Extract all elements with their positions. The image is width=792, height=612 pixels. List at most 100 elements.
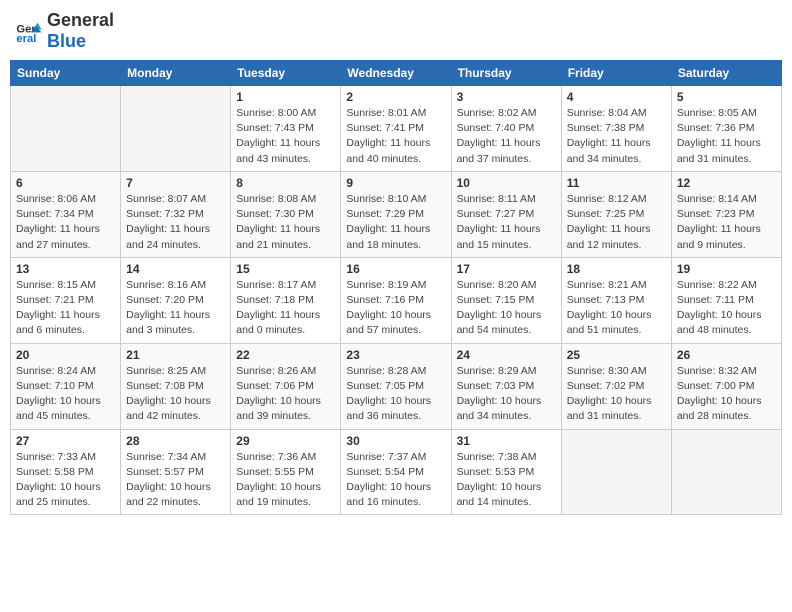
day-number: 1: [236, 90, 335, 104]
day-number: 29: [236, 434, 335, 448]
day-number: 23: [346, 348, 445, 362]
day-info: Sunrise: 8:30 AM Sunset: 7:02 PM Dayligh…: [567, 364, 666, 425]
day-info: Sunrise: 7:36 AM Sunset: 5:55 PM Dayligh…: [236, 450, 335, 511]
calendar-cell: 15 Sunrise: 8:17 AM Sunset: 7:18 PM Dayli…: [231, 257, 341, 343]
calendar-cell: 11Sunrise: 8:12 AM Sunset: 7:25 PM Dayli…: [561, 171, 671, 257]
day-info: Sunrise: 8:11 AM Sunset: 7:27 PM Dayligh…: [457, 192, 556, 253]
calendar-cell: 20Sunrise: 8:24 AM Sunset: 7:10 PM Dayli…: [11, 343, 121, 429]
day-number: 6: [16, 176, 115, 190]
calendar-cell: 1 Sunrise: 8:00 AM Sunset: 7:43 PM Daylig…: [231, 86, 341, 172]
calendar-cell: 6 Sunrise: 8:06 AM Sunset: 7:34 PM Daylig…: [11, 171, 121, 257]
calendar-week-4: 20Sunrise: 8:24 AM Sunset: 7:10 PM Dayli…: [11, 343, 782, 429]
day-number: 22: [236, 348, 335, 362]
day-number: 31: [457, 434, 556, 448]
day-info: Sunrise: 7:37 AM Sunset: 5:54 PM Dayligh…: [346, 450, 445, 511]
calendar-cell: 17 Sunrise: 8:20 AM Sunset: 7:15 PM Dayli…: [451, 257, 561, 343]
logo-icon: Gen eral: [15, 17, 43, 45]
calendar-table: SundayMondayTuesdayWednesdayThursdayFrid…: [10, 60, 782, 515]
day-info: Sunrise: 8:12 AM Sunset: 7:25 PM Dayligh…: [567, 192, 666, 253]
day-info: Sunrise: 7:33 AM Sunset: 5:58 PM Dayligh…: [16, 450, 115, 511]
calendar-week-3: 13Sunrise: 8:15 AM Sunset: 7:21 PM Dayli…: [11, 257, 782, 343]
day-info: Sunrise: 8:24 AM Sunset: 7:10 PM Dayligh…: [16, 364, 115, 425]
weekday-header-row: SundayMondayTuesdayWednesdayThursdayFrid…: [11, 61, 782, 86]
logo-text: General Blue: [47, 10, 114, 52]
calendar-body: 1 Sunrise: 8:00 AM Sunset: 7:43 PM Daylig…: [11, 86, 782, 515]
day-number: 9: [346, 176, 445, 190]
weekday-wednesday: Wednesday: [341, 61, 451, 86]
day-number: 15: [236, 262, 335, 276]
weekday-sunday: Sunday: [11, 61, 121, 86]
day-number: 26: [677, 348, 776, 362]
day-number: 10: [457, 176, 556, 190]
day-info: Sunrise: 8:19 AM Sunset: 7:16 PM Dayligh…: [346, 278, 445, 339]
day-number: 17: [457, 262, 556, 276]
calendar-cell: 31 Sunrise: 7:38 AM Sunset: 5:53 PM Dayli…: [451, 429, 561, 515]
day-info: Sunrise: 8:07 AM Sunset: 7:32 PM Dayligh…: [126, 192, 225, 253]
day-info: Sunrise: 8:21 AM Sunset: 7:13 PM Dayligh…: [567, 278, 666, 339]
weekday-tuesday: Tuesday: [231, 61, 341, 86]
day-info: Sunrise: 8:32 AM Sunset: 7:00 PM Dayligh…: [677, 364, 776, 425]
day-number: 8: [236, 176, 335, 190]
calendar-cell: 28 Sunrise: 7:34 AM Sunset: 5:57 PM Dayli…: [121, 429, 231, 515]
day-info: Sunrise: 8:26 AM Sunset: 7:06 PM Dayligh…: [236, 364, 335, 425]
calendar-week-5: 27Sunrise: 7:33 AM Sunset: 5:58 PM Dayli…: [11, 429, 782, 515]
day-number: 25: [567, 348, 666, 362]
calendar-cell: 3 Sunrise: 8:02 AM Sunset: 7:40 PM Daylig…: [451, 86, 561, 172]
day-info: Sunrise: 8:16 AM Sunset: 7:20 PM Dayligh…: [126, 278, 225, 339]
calendar-cell: 2 Sunrise: 8:01 AM Sunset: 7:41 PM Daylig…: [341, 86, 451, 172]
logo: Gen eral General Blue: [15, 10, 114, 52]
day-number: 7: [126, 176, 225, 190]
day-number: 30: [346, 434, 445, 448]
day-number: 5: [677, 90, 776, 104]
day-info: Sunrise: 8:02 AM Sunset: 7:40 PM Dayligh…: [457, 106, 556, 167]
day-number: 3: [457, 90, 556, 104]
day-info: Sunrise: 8:01 AM Sunset: 7:41 PM Dayligh…: [346, 106, 445, 167]
calendar-cell: 22 Sunrise: 8:26 AM Sunset: 7:06 PM Dayli…: [231, 343, 341, 429]
calendar-cell: 24 Sunrise: 8:29 AM Sunset: 7:03 PM Dayli…: [451, 343, 561, 429]
day-number: 24: [457, 348, 556, 362]
calendar-cell: 19 Sunrise: 8:22 AM Sunset: 7:11 PM Dayli…: [671, 257, 781, 343]
calendar-week-2: 6 Sunrise: 8:06 AM Sunset: 7:34 PM Daylig…: [11, 171, 782, 257]
day-number: 4: [567, 90, 666, 104]
day-number: 2: [346, 90, 445, 104]
weekday-monday: Monday: [121, 61, 231, 86]
calendar-cell: 7 Sunrise: 8:07 AM Sunset: 7:32 PM Daylig…: [121, 171, 231, 257]
day-info: Sunrise: 8:25 AM Sunset: 7:08 PM Dayligh…: [126, 364, 225, 425]
calendar-cell: 5 Sunrise: 8:05 AM Sunset: 7:36 PM Daylig…: [671, 86, 781, 172]
day-info: Sunrise: 8:28 AM Sunset: 7:05 PM Dayligh…: [346, 364, 445, 425]
weekday-saturday: Saturday: [671, 61, 781, 86]
day-number: 12: [677, 176, 776, 190]
day-info: Sunrise: 8:08 AM Sunset: 7:30 PM Dayligh…: [236, 192, 335, 253]
day-info: Sunrise: 8:04 AM Sunset: 7:38 PM Dayligh…: [567, 106, 666, 167]
day-info: Sunrise: 8:29 AM Sunset: 7:03 PM Dayligh…: [457, 364, 556, 425]
day-info: Sunrise: 8:22 AM Sunset: 7:11 PM Dayligh…: [677, 278, 776, 339]
day-info: Sunrise: 8:05 AM Sunset: 7:36 PM Dayligh…: [677, 106, 776, 167]
day-info: Sunrise: 8:20 AM Sunset: 7:15 PM Dayligh…: [457, 278, 556, 339]
calendar-cell: 18 Sunrise: 8:21 AM Sunset: 7:13 PM Dayli…: [561, 257, 671, 343]
day-number: 14: [126, 262, 225, 276]
day-number: 19: [677, 262, 776, 276]
calendar-cell: 26 Sunrise: 8:32 AM Sunset: 7:00 PM Dayli…: [671, 343, 781, 429]
calendar-cell: 14 Sunrise: 8:16 AM Sunset: 7:20 PM Dayli…: [121, 257, 231, 343]
day-number: 18: [567, 262, 666, 276]
day-number: 21: [126, 348, 225, 362]
day-info: Sunrise: 7:38 AM Sunset: 5:53 PM Dayligh…: [457, 450, 556, 511]
day-info: Sunrise: 8:10 AM Sunset: 7:29 PM Dayligh…: [346, 192, 445, 253]
svg-text:eral: eral: [16, 33, 36, 45]
calendar-cell: [11, 86, 121, 172]
calendar-cell: 12Sunrise: 8:14 AM Sunset: 7:23 PM Dayli…: [671, 171, 781, 257]
calendar-cell: 13Sunrise: 8:15 AM Sunset: 7:21 PM Dayli…: [11, 257, 121, 343]
calendar-cell: 8 Sunrise: 8:08 AM Sunset: 7:30 PM Daylig…: [231, 171, 341, 257]
day-info: Sunrise: 8:17 AM Sunset: 7:18 PM Dayligh…: [236, 278, 335, 339]
calendar-cell: 23 Sunrise: 8:28 AM Sunset: 7:05 PM Dayli…: [341, 343, 451, 429]
day-number: 28: [126, 434, 225, 448]
calendar-cell: 4 Sunrise: 8:04 AM Sunset: 7:38 PM Daylig…: [561, 86, 671, 172]
calendar-cell: 29 Sunrise: 7:36 AM Sunset: 5:55 PM Dayli…: [231, 429, 341, 515]
day-info: Sunrise: 8:06 AM Sunset: 7:34 PM Dayligh…: [16, 192, 115, 253]
day-info: Sunrise: 7:34 AM Sunset: 5:57 PM Dayligh…: [126, 450, 225, 511]
day-info: Sunrise: 8:00 AM Sunset: 7:43 PM Dayligh…: [236, 106, 335, 167]
day-number: 13: [16, 262, 115, 276]
page-header: Gen eral General Blue: [10, 10, 782, 52]
day-number: 16: [346, 262, 445, 276]
weekday-friday: Friday: [561, 61, 671, 86]
